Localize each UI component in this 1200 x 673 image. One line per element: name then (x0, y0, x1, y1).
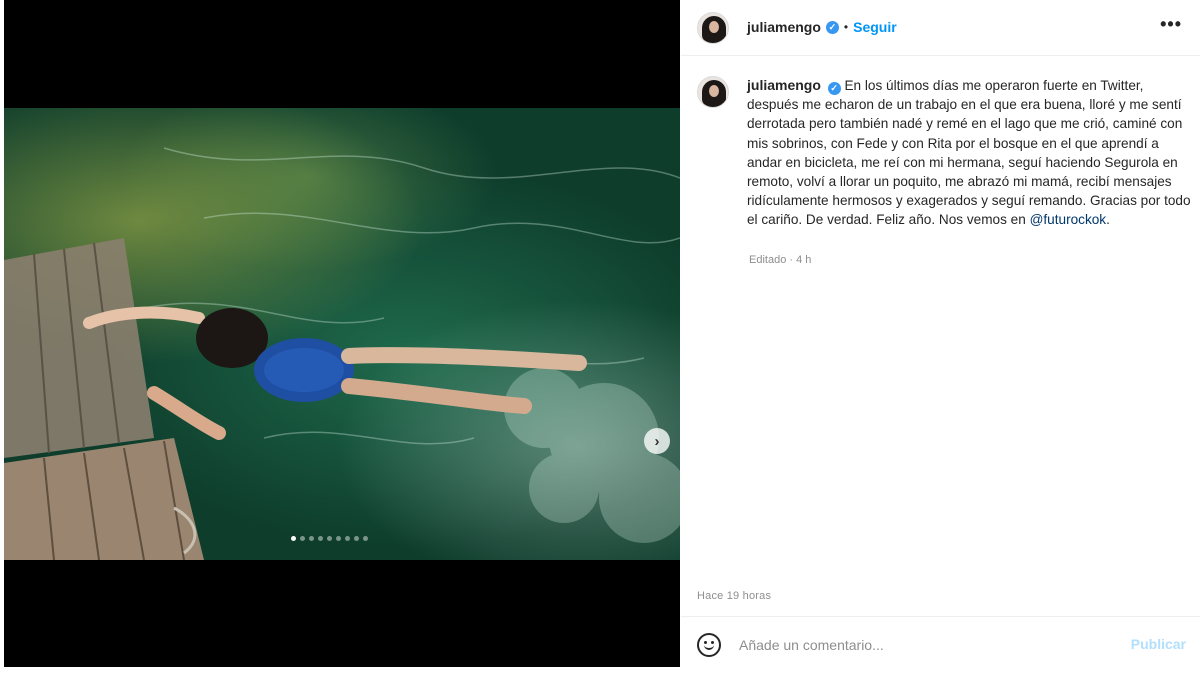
comment-input[interactable] (739, 634, 1109, 656)
post-caption: juliamengo ✓ En los últimos días me oper… (747, 76, 1193, 230)
carousel-dot (291, 536, 296, 541)
carousel-dot (309, 536, 314, 541)
header-username[interactable]: juliamengo (747, 19, 821, 35)
comment-bar: Publicar (681, 616, 1200, 673)
avatar[interactable] (697, 12, 729, 44)
carousel-dot (327, 536, 332, 541)
carousel-dot (336, 536, 341, 541)
verified-badge-icon: ✓ (825, 20, 839, 34)
photo-illustration (4, 147, 680, 560)
post-footer: Hace 19 horas Publicar (681, 576, 1200, 673)
chevron-right-icon: › (654, 432, 660, 450)
header-user-info: juliamengo ✓ • Seguir (747, 19, 897, 35)
post-timestamp[interactable]: Hace 19 horas (697, 590, 771, 602)
post-photo: › (4, 108, 680, 560)
follow-button[interactable]: Seguir (853, 19, 897, 35)
separator-bullet: • (843, 20, 849, 34)
carousel-indicator (291, 536, 368, 541)
caption-mention-link[interactable]: @futurockok (1030, 212, 1107, 227)
carousel-next-button[interactable]: › (644, 428, 670, 454)
caption-text-end: . (1106, 212, 1110, 228)
carousel-dot (300, 536, 305, 541)
carousel-dot (318, 536, 323, 541)
carousel-dot (345, 536, 350, 541)
caption-avatar[interactable] (697, 76, 729, 108)
caption-text: En los últimos días me operaron fuerte e… (747, 78, 1191, 228)
carousel-dot (363, 536, 368, 541)
more-options-icon[interactable]: ••• (1160, 14, 1182, 35)
caption-username[interactable]: juliamengo (747, 77, 821, 93)
carousel-dot (354, 536, 359, 541)
edited-timestamp: Editado · 4 h (749, 254, 812, 266)
publish-button[interactable]: Publicar (1131, 636, 1186, 652)
post-side-panel: juliamengo ✓ • Seguir ••• juliamengo ✓ E… (681, 0, 1200, 673)
emoji-icon[interactable] (697, 633, 721, 657)
verified-badge-icon: ✓ (827, 82, 841, 95)
post-media: › (4, 0, 680, 667)
post-header: juliamengo ✓ • Seguir ••• (681, 0, 1200, 56)
